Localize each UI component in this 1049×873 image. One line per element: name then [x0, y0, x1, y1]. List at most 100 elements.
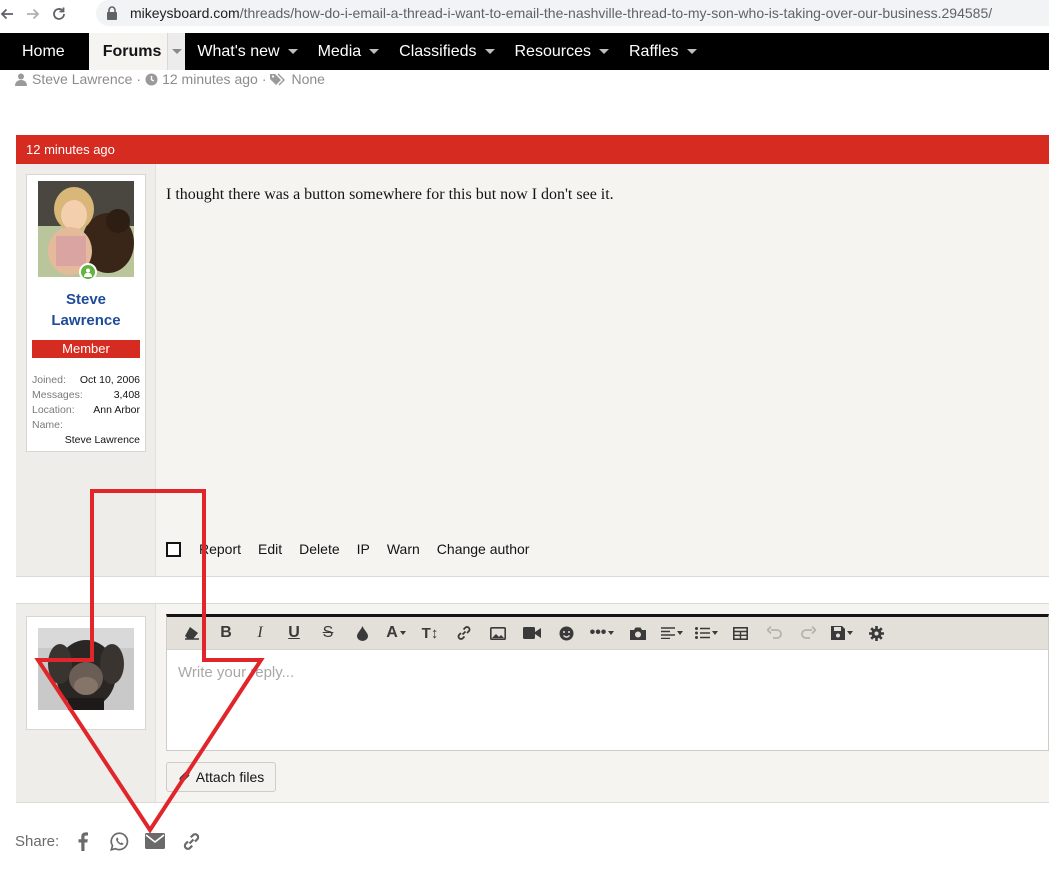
- nav-resources[interactable]: Resources: [507, 33, 617, 70]
- browser-toolbar: mikeysboard.com/threads/how-do-i-email-a…: [0, 0, 1049, 28]
- warn-link[interactable]: Warn: [387, 541, 420, 557]
- share-bar: Share:: [15, 830, 216, 852]
- whatsapp-icon[interactable]: [108, 830, 130, 852]
- italic-icon[interactable]: I: [243, 617, 277, 650]
- thread-author[interactable]: Steve Lawrence: [32, 71, 132, 87]
- table-icon[interactable]: [723, 617, 757, 650]
- nav-whats-new[interactable]: What's new: [189, 33, 305, 70]
- page: mikeysboard.com/threads/how-do-i-email-a…: [0, 0, 1049, 873]
- strike-icon[interactable]: S: [311, 617, 345, 650]
- site-navigation: Home Forums What's new Media Classifieds…: [0, 33, 1049, 70]
- forward-arrow-icon[interactable]: [20, 2, 46, 26]
- extra-value[interactable]: Ann Arbor: [93, 403, 140, 418]
- extra-key: Joined:: [32, 374, 66, 386]
- online-status-icon: [79, 263, 97, 281]
- ip-link[interactable]: IP: [357, 541, 370, 557]
- attach-files-button[interactable]: Attach files: [166, 762, 276, 792]
- nav-forums[interactable]: Forums: [88, 33, 186, 70]
- more-options-icon[interactable]: •••: [583, 617, 621, 650]
- meta-separator: ·: [136, 71, 142, 87]
- nav-raffles-label: Raffles: [628, 42, 679, 60]
- url-host: mikeysboard.com: [130, 5, 240, 21]
- delete-link[interactable]: Delete: [299, 541, 339, 557]
- link-icon[interactable]: [447, 617, 481, 650]
- chevron-down-icon[interactable]: [484, 49, 495, 54]
- link-icon[interactable]: [180, 830, 202, 852]
- select-post-checkbox[interactable]: [166, 541, 181, 557]
- reply-input[interactable]: Write your reply...: [178, 664, 294, 681]
- user-title-badge: Member: [32, 340, 140, 358]
- nav-resources-label: Resources: [514, 42, 591, 60]
- reply-editor: B I U S A T↕ ••• Write your reply...: [166, 614, 1049, 751]
- extra-value: Steve Lawrence: [64, 434, 140, 446]
- thread-time[interactable]: 12 minutes ago: [162, 71, 258, 87]
- thread-meta: Steve Lawrence · 12 minutes ago · None: [15, 70, 325, 88]
- text-color-icon[interactable]: [345, 617, 379, 650]
- chevron-down-icon: [171, 49, 182, 54]
- nav-forums-label: Forums: [102, 42, 162, 60]
- nav-classifieds-label: Classifieds: [399, 42, 477, 60]
- extra-key: Name:: [32, 419, 63, 431]
- post-time[interactable]: 12 minutes ago: [26, 142, 115, 157]
- image-icon[interactable]: [481, 617, 515, 650]
- undo-icon[interactable]: [757, 617, 791, 650]
- change-author-link[interactable]: Change author: [437, 541, 530, 557]
- underline-icon[interactable]: U: [277, 617, 311, 650]
- extra-value[interactable]: 3,408: [114, 388, 140, 403]
- username-line-2: Lawrence: [51, 312, 121, 329]
- extra-name: Name: Steve Lawrence: [32, 418, 140, 446]
- align-icon[interactable]: [655, 617, 689, 650]
- camera-icon[interactable]: [621, 617, 655, 650]
- save-draft-icon[interactable]: [825, 617, 859, 650]
- extra-value: Oct 10, 2006: [79, 374, 140, 386]
- chevron-down-icon[interactable]: [598, 49, 609, 54]
- chevron-down-icon[interactable]: [686, 49, 697, 54]
- nav-home[interactable]: Home: [14, 33, 73, 70]
- extra-location: Location: Ann Arbor: [32, 403, 140, 418]
- bold-icon[interactable]: B: [209, 617, 243, 650]
- user-card: Steve Lawrence Member Joined: Oct 10, 200…: [26, 174, 146, 452]
- video-icon[interactable]: [515, 617, 549, 650]
- share-label: Share:: [15, 832, 60, 850]
- post: Steve Lawrence Member Joined: Oct 10, 200…: [16, 164, 1049, 577]
- chevron-down-icon[interactable]: [369, 49, 380, 54]
- edit-link[interactable]: Edit: [258, 541, 282, 557]
- eraser-icon[interactable]: [175, 617, 209, 650]
- username[interactable]: Steve Lawrence: [27, 289, 145, 331]
- chevron-down-icon[interactable]: [287, 49, 298, 54]
- list-icon[interactable]: [689, 617, 723, 650]
- extra-messages: Messages: 3,408: [32, 388, 140, 403]
- clock-icon: [145, 73, 158, 86]
- quick-reply: B I U S A T↕ ••• Write your reply... Att…: [16, 603, 1049, 803]
- extra-key: Messages:: [32, 389, 83, 401]
- font-family-icon[interactable]: A: [379, 617, 413, 650]
- reload-icon[interactable]: [46, 2, 72, 26]
- nav-media[interactable]: Media: [310, 33, 388, 70]
- editor-toolbar: B I U S A T↕ •••: [167, 617, 1048, 650]
- paperclip-icon: [178, 770, 192, 784]
- username-line-1: Steve: [65, 291, 107, 308]
- nav-whats-new-label: What's new: [197, 42, 280, 60]
- facebook-icon[interactable]: [72, 830, 94, 852]
- post-message: I thought there was a button somewhere f…: [166, 186, 614, 203]
- redo-icon[interactable]: [791, 617, 825, 650]
- report-link[interactable]: Report: [199, 541, 241, 557]
- user-extras: Joined: Oct 10, 2006 Messages: 3,408 Locat…: [32, 373, 140, 446]
- nav-forums-dropdown[interactable]: [167, 33, 186, 70]
- smiley-icon[interactable]: [549, 617, 583, 650]
- post-header: 12 minutes ago: [16, 135, 1049, 164]
- post-main: I thought there was a button somewhere f…: [156, 164, 1049, 576]
- extra-joined: Joined: Oct 10, 2006: [32, 373, 140, 388]
- lock-icon: [106, 6, 120, 20]
- nav-classifieds[interactable]: Classifieds: [391, 33, 502, 70]
- thread-tags: None: [291, 71, 325, 87]
- email-icon[interactable]: [144, 830, 166, 852]
- tags-icon: [270, 73, 287, 86]
- avatar[interactable]: [38, 628, 134, 710]
- settings-icon[interactable]: [859, 617, 893, 650]
- back-arrow-icon[interactable]: [0, 2, 20, 26]
- nav-raffles[interactable]: Raffles: [621, 33, 705, 70]
- font-size-icon[interactable]: T↕: [413, 617, 447, 650]
- address-bar[interactable]: mikeysboard.com/threads/how-do-i-email-a…: [96, 0, 1049, 26]
- meta-separator: ·: [261, 71, 267, 87]
